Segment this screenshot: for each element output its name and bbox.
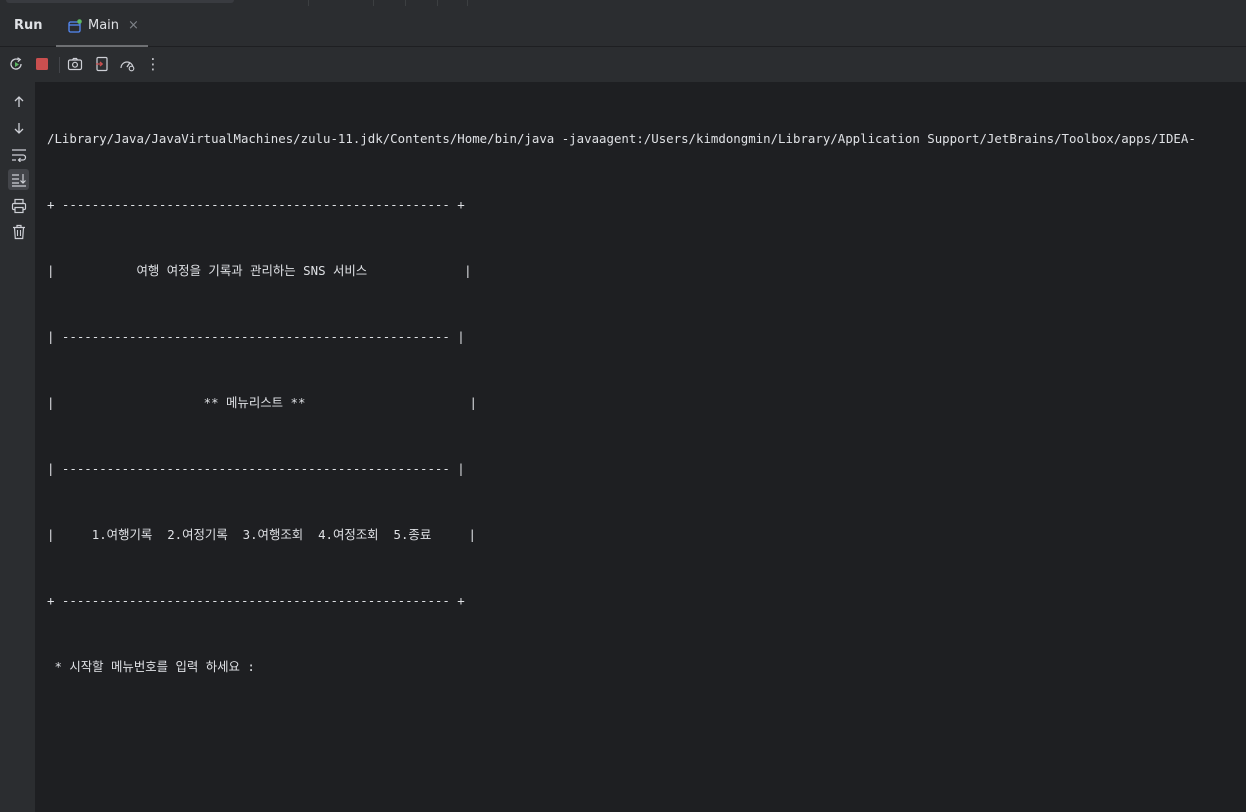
console-gutter — [0, 82, 36, 812]
stop-icon[interactable] — [33, 55, 51, 73]
scroll-to-end-icon[interactable] — [8, 169, 29, 190]
up-arrow-icon[interactable] — [8, 91, 29, 112]
console-line: | ** 메뉴리스트 ** | — [47, 395, 477, 410]
run-tool-window-header: Run Main × — [0, 6, 1246, 47]
tab-main[interactable]: Main × — [56, 6, 148, 47]
toolbar-separator — [59, 57, 60, 73]
console-line: | --------------------------------------… — [47, 461, 465, 476]
console-line: | --------------------------------------… — [47, 329, 465, 344]
run-tool-window-title: Run — [14, 18, 43, 33]
soft-wrap-icon[interactable] — [8, 144, 29, 165]
profiler-icon[interactable] — [118, 55, 136, 73]
close-icon[interactable]: × — [128, 18, 139, 33]
console-line: | 1.여행기록 2.여정기록 3.여행조회 4.여정조회 5.종료 | — [47, 527, 476, 542]
down-arrow-icon[interactable] — [8, 117, 29, 138]
application-icon — [68, 18, 82, 33]
print-icon[interactable] — [8, 195, 29, 216]
trash-icon[interactable] — [8, 221, 29, 242]
rerun-icon[interactable] — [7, 55, 25, 73]
console-line: + --------------------------------------… — [47, 593, 465, 608]
restore-layout-icon[interactable] — [93, 55, 111, 73]
console-command-line: /Library/Java/JavaVirtualMachines/zulu-1… — [47, 131, 1196, 146]
console-output[interactable]: /Library/Java/JavaVirtualMachines/zulu-1… — [47, 84, 1246, 784]
console-prompt: * 시작할 메뉴번호를 입력 하세요 : — [47, 659, 255, 674]
run-toolbar: ⋮ — [0, 47, 1246, 82]
console-line: + --------------------------------------… — [47, 197, 465, 212]
more-icon[interactable]: ⋮ — [144, 55, 162, 73]
tab-main-label: Main — [88, 18, 120, 33]
top-scroll-segment — [6, 0, 234, 3]
console-line: | 여행 여정을 기록과 관리하는 SNS 서비스 | — [47, 263, 472, 278]
screenshot-icon[interactable] — [66, 55, 84, 73]
